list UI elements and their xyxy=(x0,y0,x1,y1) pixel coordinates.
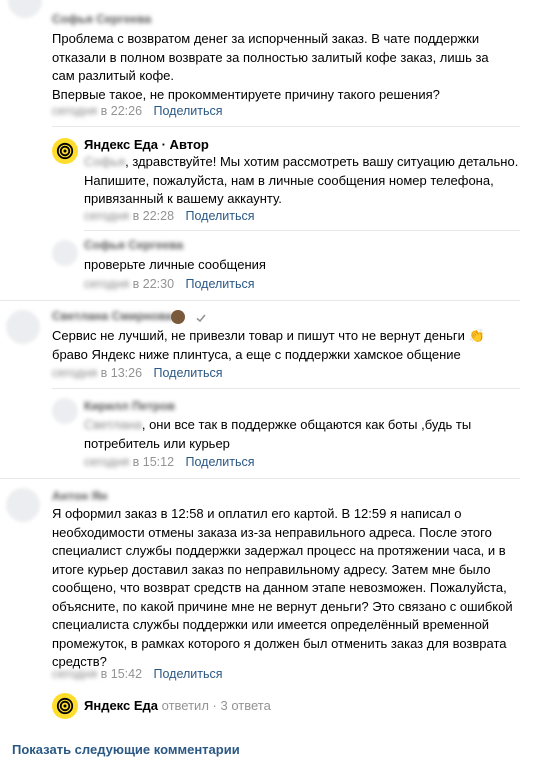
comment-date: сегодня xyxy=(52,366,98,380)
reply-line-text: , здравствуйте! Мы хотим рассмотреть ваш… xyxy=(125,154,519,169)
reply-line: привязанный к вашему аккаунту. xyxy=(84,191,282,206)
divider xyxy=(52,388,520,389)
reply-line-text: , они все так в поддержке общаются как б… xyxy=(141,417,472,432)
share-button[interactable]: Поделиться xyxy=(186,277,255,291)
comment-line: Сервис не лучший, не привезли товар и пи… xyxy=(52,328,485,343)
comment-line: отказали в полном возврате за полностью … xyxy=(52,49,489,65)
divider xyxy=(0,478,520,479)
checkmark-icon xyxy=(196,314,206,323)
comment-time[interactable]: в 22:26 xyxy=(101,104,142,118)
yandex-eda-logo-icon[interactable] xyxy=(52,138,78,164)
comment-line: итоге курьер доставил заказ по неправиль… xyxy=(52,561,491,577)
comment-line: объясните, по какой причине мне не верну… xyxy=(52,598,513,614)
avatar[interactable] xyxy=(52,398,78,424)
comment-line: Проблема с возвратом денег за испорченны… xyxy=(52,31,480,46)
reply-line: Софья, здравствуйте! Мы хотим рассмотрет… xyxy=(84,153,518,172)
share-button[interactable]: Поделиться xyxy=(186,209,255,223)
reply-text: проверьте личные сообщения xyxy=(84,256,266,275)
separator-dot: · xyxy=(212,698,217,713)
yandex-eda-logo-icon[interactable] xyxy=(52,693,78,719)
replied-by-name[interactable]: Яндекс Еда xyxy=(84,698,158,713)
avatar[interactable] xyxy=(8,0,42,18)
reply-line: Напишите, пожалуйста, нам в личные сообщ… xyxy=(84,172,494,188)
comment-line: промежуток, в рамках которого я должен б… xyxy=(52,635,507,651)
replies-count[interactable]: 3 ответа xyxy=(221,698,271,713)
verified-icon xyxy=(171,310,185,324)
comment-text: Я оформил заказ в 12:58 и оплатил его ка… xyxy=(52,505,513,672)
comment-text: Проблема с возвратом денег за испорченны… xyxy=(52,30,489,104)
reply-line: Светлана, они все так в поддержке общают… xyxy=(84,416,471,435)
comment-time[interactable]: в 13:26 xyxy=(101,366,142,380)
comment-author[interactable]: Софья Сергеева xyxy=(52,12,151,26)
comment-line: сам разлитый кофе. xyxy=(52,68,175,83)
reply-line: потребитель или курьер xyxy=(84,435,230,451)
reply-text: Светлана, они все так в поддержке общают… xyxy=(84,416,471,453)
avatar[interactable] xyxy=(52,240,78,266)
comment-line: специалиста службы поддержки или имеется… xyxy=(52,617,490,632)
share-button[interactable]: Поделиться xyxy=(186,455,255,469)
replies-summary[interactable]: Яндекс Еда ответил · 3 ответа xyxy=(84,698,271,713)
comment-meta: сегодня в 13:26 Поделиться xyxy=(52,366,223,380)
reply-author[interactable]: Софья Сергеева xyxy=(84,238,183,252)
reply-time[interactable]: в 22:30 xyxy=(133,277,174,291)
show-more-comments-link[interactable]: Показать следующие комментарии xyxy=(12,742,240,757)
comment-author[interactable]: Антон Ян xyxy=(52,489,107,503)
reply-meta: сегодня в 22:28 Поделиться xyxy=(84,209,255,223)
divider xyxy=(0,300,520,301)
comment-line: необходимости отмены заказа из-за неправ… xyxy=(52,524,492,540)
reply-meta: сегодня в 22:30 Поделиться xyxy=(84,277,255,291)
comment-line: специалист службы поддержки задержал про… xyxy=(52,543,506,558)
comment-meta: сегодня в 22:26 Поделиться xyxy=(52,104,223,118)
mention-link[interactable]: Светлана xyxy=(84,417,142,432)
share-button[interactable]: Поделиться xyxy=(154,667,223,681)
comment-author[interactable]: Светлана Смирнова xyxy=(52,309,172,323)
reply-line: проверьте личные сообщения xyxy=(84,257,266,272)
reply-date: сегодня xyxy=(84,277,130,291)
share-button[interactable]: Поделиться xyxy=(154,104,223,118)
reply-author[interactable]: Кирилл Петров xyxy=(84,399,175,413)
comment-line: сообщено, что возврат средств на данном … xyxy=(52,580,507,595)
comment-date: сегодня xyxy=(52,667,98,681)
divider xyxy=(84,230,520,231)
comment-line: браво Яндекс ниже плинтуса, а еще с подд… xyxy=(52,346,461,362)
avatar[interactable] xyxy=(6,488,40,522)
reply-time[interactable]: в 15:12 xyxy=(133,455,174,469)
share-button[interactable]: Поделиться xyxy=(154,366,223,380)
reply-author[interactable]: Яндекс Еда · Автор xyxy=(84,137,209,152)
comment-time[interactable]: в 15:42 xyxy=(101,667,142,681)
comment-text: Сервис не лучший, не привезли товар и пи… xyxy=(52,327,485,364)
comment-date: сегодня xyxy=(52,104,98,118)
reply-meta: сегодня в 15:12 Поделиться xyxy=(84,455,255,469)
avatar[interactable] xyxy=(6,310,40,344)
replied-word: ответил xyxy=(161,698,209,713)
comment-meta: сегодня в 15:42 Поделиться xyxy=(52,667,223,681)
divider xyxy=(52,126,520,127)
mention-link[interactable]: Софья xyxy=(84,154,125,169)
comment-line: Впервые такое, не прокомментируете причи… xyxy=(52,86,440,102)
reply-date: сегодня xyxy=(84,455,130,469)
reply-text: Софья, здравствуйте! Мы хотим рассмотрет… xyxy=(84,153,518,209)
reply-date: сегодня xyxy=(84,209,130,223)
comment-line: Я оформил заказ в 12:58 и оплатил его ка… xyxy=(52,506,462,521)
reply-time[interactable]: в 22:28 xyxy=(133,209,174,223)
